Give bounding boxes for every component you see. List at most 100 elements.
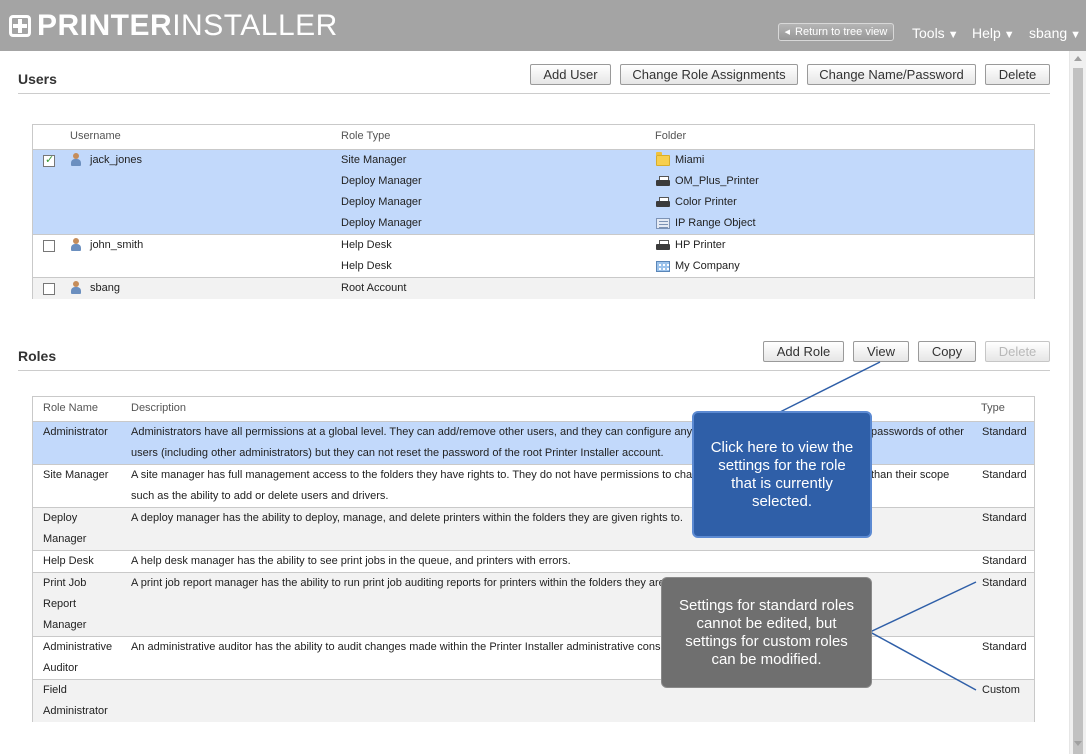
- row-checkbox[interactable]: [43, 240, 55, 252]
- menu-help[interactable]: Help ▼: [972, 25, 1015, 41]
- table-row[interactable]: Help Desk A help desk manager has the ab…: [33, 550, 1034, 572]
- copy-role-button[interactable]: Copy: [918, 341, 976, 362]
- role-type: Help Desk: [341, 239, 392, 251]
- role-type: Site Manager: [341, 154, 407, 166]
- role-description: A deploy manager has the ability to depl…: [131, 512, 683, 524]
- roles-heading: Roles: [18, 348, 57, 364]
- user-icon: [70, 281, 82, 295]
- folder-name: Color Printer: [675, 196, 737, 208]
- plus-logo-icon: [9, 15, 31, 37]
- role-name: Field: [43, 684, 67, 696]
- caret-down-icon: ▼: [947, 29, 959, 41]
- role-description: users (including other administrators) b…: [131, 447, 664, 459]
- role-name: Site Manager: [43, 469, 109, 481]
- caret-down-icon: ▼: [1070, 29, 1082, 41]
- ip-range-icon: [656, 218, 670, 229]
- role-description: A site manager has full management acces…: [131, 469, 705, 481]
- add-role-button[interactable]: Add Role: [763, 341, 844, 362]
- view-role-button[interactable]: View: [853, 341, 909, 362]
- table-row[interactable]: Administrator Administrators have all pe…: [33, 421, 1034, 464]
- folder-name: My Company: [675, 260, 740, 272]
- printer-icon: [656, 176, 670, 187]
- menu-tools[interactable]: Tools ▼: [912, 25, 959, 41]
- col-folder: Folder: [655, 130, 687, 142]
- col-role-name: Role Name: [43, 402, 99, 414]
- scroll-thumb[interactable]: [1073, 68, 1083, 754]
- table-row[interactable]: sbang Root Account: [33, 277, 1034, 299]
- role-type: Standard: [982, 641, 1027, 653]
- table-row[interactable]: john_smith Help Desk HP Printer Help Des…: [33, 234, 1034, 277]
- table-row[interactable]: jack_jones Site Manager Miami Deploy Man…: [33, 149, 1034, 234]
- table-row[interactable]: Deploy Manager A deploy manager has the …: [33, 507, 1034, 550]
- standard-roles-callout: Settings for standard roles cannot be ed…: [661, 577, 872, 688]
- delete-role-button[interactable]: Delete: [985, 341, 1050, 362]
- users-table: Username Role Type Folder jack_jones Sit…: [32, 124, 1035, 299]
- role-description: An administrative auditor has the abilit…: [131, 641, 676, 653]
- row-checkbox[interactable]: [43, 153, 55, 167]
- logo-text-light: INSTALLER: [172, 9, 338, 42]
- company-icon: [656, 261, 670, 272]
- role-type: Standard: [982, 426, 1027, 438]
- folder-name: Miami: [675, 154, 705, 166]
- table-row[interactable]: Administrative Auditor An administrative…: [33, 636, 1034, 679]
- role-type: Standard: [982, 512, 1027, 524]
- role-type: Root Account: [341, 282, 407, 294]
- app-logo: PRINTERINSTALLER: [9, 10, 338, 42]
- vertical-scrollbar[interactable]: [1069, 51, 1086, 754]
- user-icon: [70, 238, 82, 252]
- menu-tools-label: Tools: [912, 25, 945, 41]
- role-type: Standard: [982, 469, 1027, 481]
- delete-user-button[interactable]: Delete: [985, 64, 1050, 85]
- role-name: Administrator: [43, 705, 108, 717]
- role-description: such as the ability to add or delete use…: [131, 490, 389, 502]
- col-username: Username: [70, 130, 121, 142]
- scroll-down-icon[interactable]: [1074, 741, 1082, 746]
- folder-name: OM_Plus_Printer: [675, 175, 759, 187]
- role-type: Standard: [982, 577, 1027, 589]
- role-description: Administrators have all permissions at a…: [131, 426, 707, 438]
- user-icon: [70, 153, 82, 167]
- view-hint-callout: Click here to view the settings for the …: [692, 411, 872, 538]
- roles-divider: [18, 370, 1050, 371]
- folder-name: IP Range Object: [675, 217, 756, 229]
- role-name: Manager: [43, 619, 87, 631]
- role-name: Deploy: [43, 512, 78, 524]
- role-name: Auditor: [43, 662, 78, 674]
- folder-name: HP Printer: [675, 239, 726, 251]
- return-to-tree-view-button[interactable]: ◀ Return to tree view: [778, 23, 894, 41]
- users-heading: Users: [18, 71, 57, 87]
- table-row[interactable]: Site Manager A site manager has full man…: [33, 464, 1034, 507]
- role-type: Deploy Manager: [341, 196, 422, 208]
- arrow-left-icon: ◀: [784, 29, 791, 36]
- role-name: Print Job: [43, 577, 87, 589]
- role-description-tail: passwords of other: [871, 426, 964, 438]
- role-name: Help Desk: [43, 555, 94, 567]
- col-type: Type: [981, 402, 1005, 414]
- menu-user[interactable]: sbang ▼: [1029, 25, 1081, 41]
- col-description: Description: [131, 402, 187, 414]
- role-type: Help Desk: [341, 260, 392, 272]
- role-type: Custom: [982, 684, 1020, 696]
- printer-icon: [656, 240, 670, 251]
- role-description: A print job report manager has the abili…: [131, 577, 677, 589]
- printer-icon: [656, 197, 670, 208]
- role-name: Manager: [43, 533, 87, 545]
- row-checkbox[interactable]: [43, 283, 55, 295]
- username: john_smith: [90, 239, 144, 251]
- role-type: Deploy Manager: [341, 175, 422, 187]
- change-role-assignments-button[interactable]: Change Role Assignments: [620, 64, 798, 85]
- role-type: Deploy Manager: [341, 217, 422, 229]
- add-user-button[interactable]: Add User: [530, 64, 611, 85]
- username: jack_jones: [90, 154, 142, 166]
- table-row[interactable]: Field Administrator Custom: [33, 679, 1034, 722]
- scroll-up-icon[interactable]: [1074, 56, 1082, 61]
- view-hint-text: Click here to view the settings for the …: [710, 438, 854, 510]
- standard-roles-text: Settings for standard roles cannot be ed…: [678, 596, 855, 668]
- menu-help-label: Help: [972, 25, 1001, 41]
- change-name-password-button[interactable]: Change Name/Password: [807, 64, 976, 85]
- folder-icon: [656, 152, 670, 166]
- role-name: Administrator: [43, 426, 108, 438]
- return-label: Return to tree view: [795, 26, 888, 38]
- table-row[interactable]: Print Job Report Manager A print job rep…: [33, 572, 1034, 636]
- role-type: Standard: [982, 555, 1027, 567]
